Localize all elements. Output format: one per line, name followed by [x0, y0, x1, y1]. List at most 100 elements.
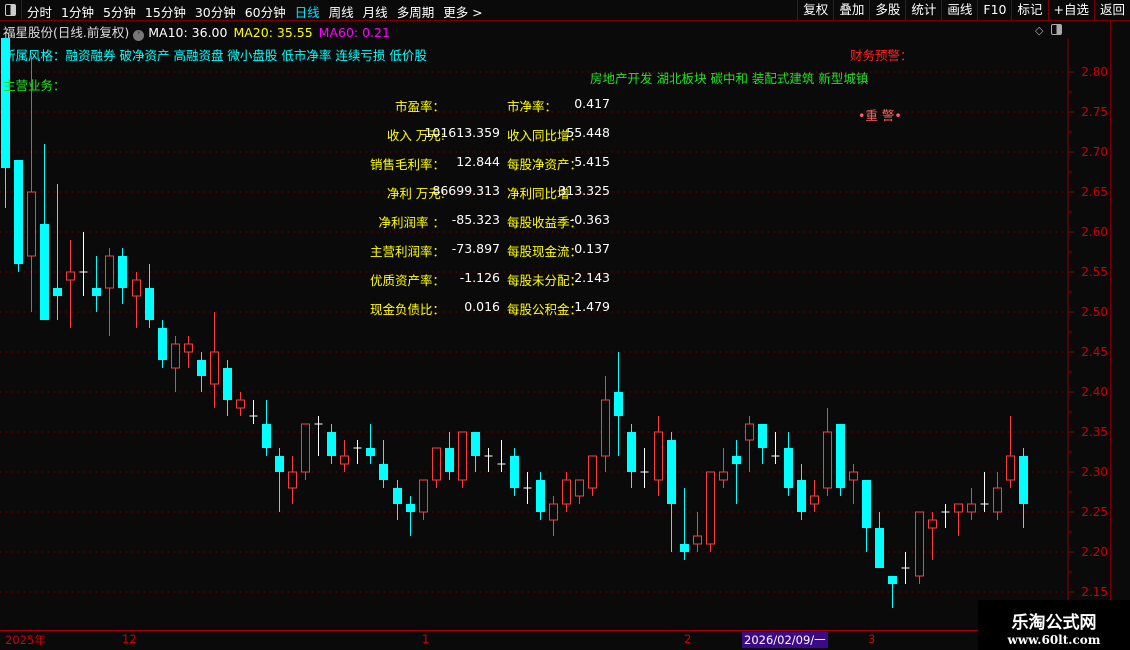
- metric-label: 每股未分配：: [507, 273, 583, 288]
- tab-period[interactable]: 更多 >: [443, 2, 482, 21]
- watermark-name: 乐淘公式网: [1011, 613, 1097, 633]
- candle-body-up: [849, 471, 858, 481]
- tool-button[interactable]: F10: [977, 0, 1011, 20]
- candle-body-up: [588, 455, 597, 489]
- metric-label: 市净率：: [507, 99, 558, 114]
- candle-body-up: [210, 351, 219, 385]
- metric-value: 86699.313: [432, 183, 500, 198]
- panel-icon: [5, 4, 16, 16]
- tool-button[interactable]: 多股: [869, 0, 905, 20]
- candle-body-up: [719, 471, 728, 481]
- price-tick-label: 2.80: [1081, 65, 1108, 79]
- candle-body-up: [301, 423, 310, 473]
- candle-body-up: [654, 431, 663, 481]
- price-tick-label: 2.15: [1081, 585, 1108, 599]
- tab-period[interactable]: 多周期: [397, 2, 435, 21]
- candle-body-up: [693, 535, 702, 545]
- candle-body-down: [366, 448, 375, 456]
- tool-button[interactable]: 统计: [905, 0, 941, 20]
- financial-row: 主营利润率： -73.897 每股现金流： 0.137: [370, 241, 615, 270]
- tab-period[interactable]: 月线: [363, 2, 388, 21]
- candle-body-up: [601, 399, 610, 457]
- candle-body-down: [40, 224, 49, 320]
- price-tick-label: 2.70: [1081, 145, 1108, 159]
- sidebar-toggle-button[interactable]: [0, 0, 22, 19]
- candle-body-down: [53, 288, 62, 296]
- financial-row: 净利润率 ： -85.323 每股收益季： -0.363: [370, 212, 615, 241]
- metric-value: -73.897: [451, 241, 500, 256]
- tab-period[interactable]: 周线: [329, 2, 354, 21]
- candle-body-down: [536, 480, 545, 512]
- price-tick-label: 2.20: [1081, 545, 1108, 559]
- candle-body-up: [1006, 455, 1015, 481]
- price-tick-label: 2.45: [1081, 345, 1108, 359]
- financial-table: 市盈率： 市净率： 0.417 收入 万元: 101613.359 收入同比增： 55.44…: [370, 96, 615, 328]
- diamond-icon[interactable]: ◇: [1035, 24, 1043, 37]
- tab-period[interactable]: 60分钟: [245, 2, 286, 21]
- candle-body-down: [862, 480, 871, 528]
- metric-value: 0.417: [574, 96, 610, 111]
- candle-body-up: [340, 455, 349, 465]
- candle-body-down: [262, 424, 271, 448]
- tool-button[interactable]: 画线: [941, 0, 977, 20]
- candle-body-down: [471, 432, 480, 456]
- candle-body-up: [993, 487, 1002, 513]
- tab-period[interactable]: 1分钟: [61, 2, 94, 21]
- financial-row: 现金负债比： 0.016 每股公积金： 1.479: [370, 299, 615, 328]
- metric-label: 现金负债比：: [369, 302, 445, 317]
- date-label: 3: [868, 632, 876, 646]
- candle-body-down: [118, 256, 127, 288]
- tab-period[interactable]: 15分钟: [145, 2, 186, 21]
- metric-value: 2.143: [574, 270, 610, 285]
- tool-button[interactable]: +自选: [1047, 0, 1094, 20]
- tool-button[interactable]: 返回: [1093, 0, 1130, 20]
- candle-body-down: [197, 360, 206, 376]
- candle-body-down: [614, 392, 623, 416]
- candle-body-up: [27, 191, 36, 257]
- candle-body-down: [732, 456, 741, 464]
- candle-body-down: [836, 424, 845, 488]
- tab-period[interactable]: 5分钟: [103, 2, 136, 21]
- candle-body-up: [575, 479, 584, 497]
- price-tick-label: 2.60: [1081, 225, 1108, 239]
- candle-body-down: [445, 448, 454, 472]
- financial-warning-label: 财务预警：: [850, 48, 913, 63]
- metric-value: 55.448: [566, 125, 610, 140]
- metric-label: 每股净资产：: [507, 157, 583, 172]
- candle-body-down: [784, 448, 793, 488]
- metric-value: -1.126: [459, 270, 500, 285]
- price-tick-label: 2.25: [1081, 505, 1108, 519]
- price-tick-label: 2.55: [1081, 265, 1108, 279]
- financial-row: 销售毛利率： 12.844 每股净资产： 5.415: [370, 154, 615, 183]
- metric-value: 12.844: [456, 154, 500, 169]
- candle-body-down: [627, 432, 636, 472]
- metric-value: 0.016: [464, 299, 500, 314]
- panel-icon[interactable]: [1051, 24, 1063, 35]
- candle-body-up: [132, 279, 141, 297]
- metric-label: 主营利润率：: [369, 244, 445, 259]
- candle-body-up: [745, 423, 754, 441]
- tab-period[interactable]: 分时: [27, 2, 52, 21]
- tab-period[interactable]: 30分钟: [195, 2, 236, 21]
- metric-label: 优质资产率：: [369, 273, 445, 288]
- right-side-panel[interactable]: [1110, 20, 1130, 600]
- tool-button[interactable]: 标记: [1011, 0, 1047, 20]
- metric-value: 101613.359: [424, 125, 500, 140]
- concept-tags: 房地产开发 湖北板块 碳中和 装配式建筑 新型城镇: [590, 71, 869, 86]
- financial-row: 市盈率： 市净率： 0.417: [370, 96, 615, 125]
- candle-body-down: [758, 424, 767, 448]
- tool-buttons: 复权 叠加 多股 统计 画线 F10 标记 +自选 返回: [797, 0, 1130, 20]
- financial-row: 净利 万元: 86699.313 净利同比增 313.325: [370, 183, 615, 212]
- tab-period[interactable]: 日线: [295, 2, 320, 21]
- warning-badge: •重 警•: [858, 108, 902, 123]
- metric-value: 313.325: [558, 183, 610, 198]
- candle-body-up: [928, 519, 937, 529]
- candle-body-down: [667, 440, 676, 504]
- tool-button[interactable]: 复权: [797, 0, 833, 20]
- candle-body-up: [236, 399, 245, 409]
- tool-button[interactable]: 叠加: [833, 0, 869, 20]
- candle-body-up: [810, 495, 819, 505]
- date-label: 1: [422, 632, 430, 646]
- date-axis: 2025年 12 1 2 2026/02/09/一 3: [0, 630, 978, 648]
- candle-body-down: [875, 528, 884, 568]
